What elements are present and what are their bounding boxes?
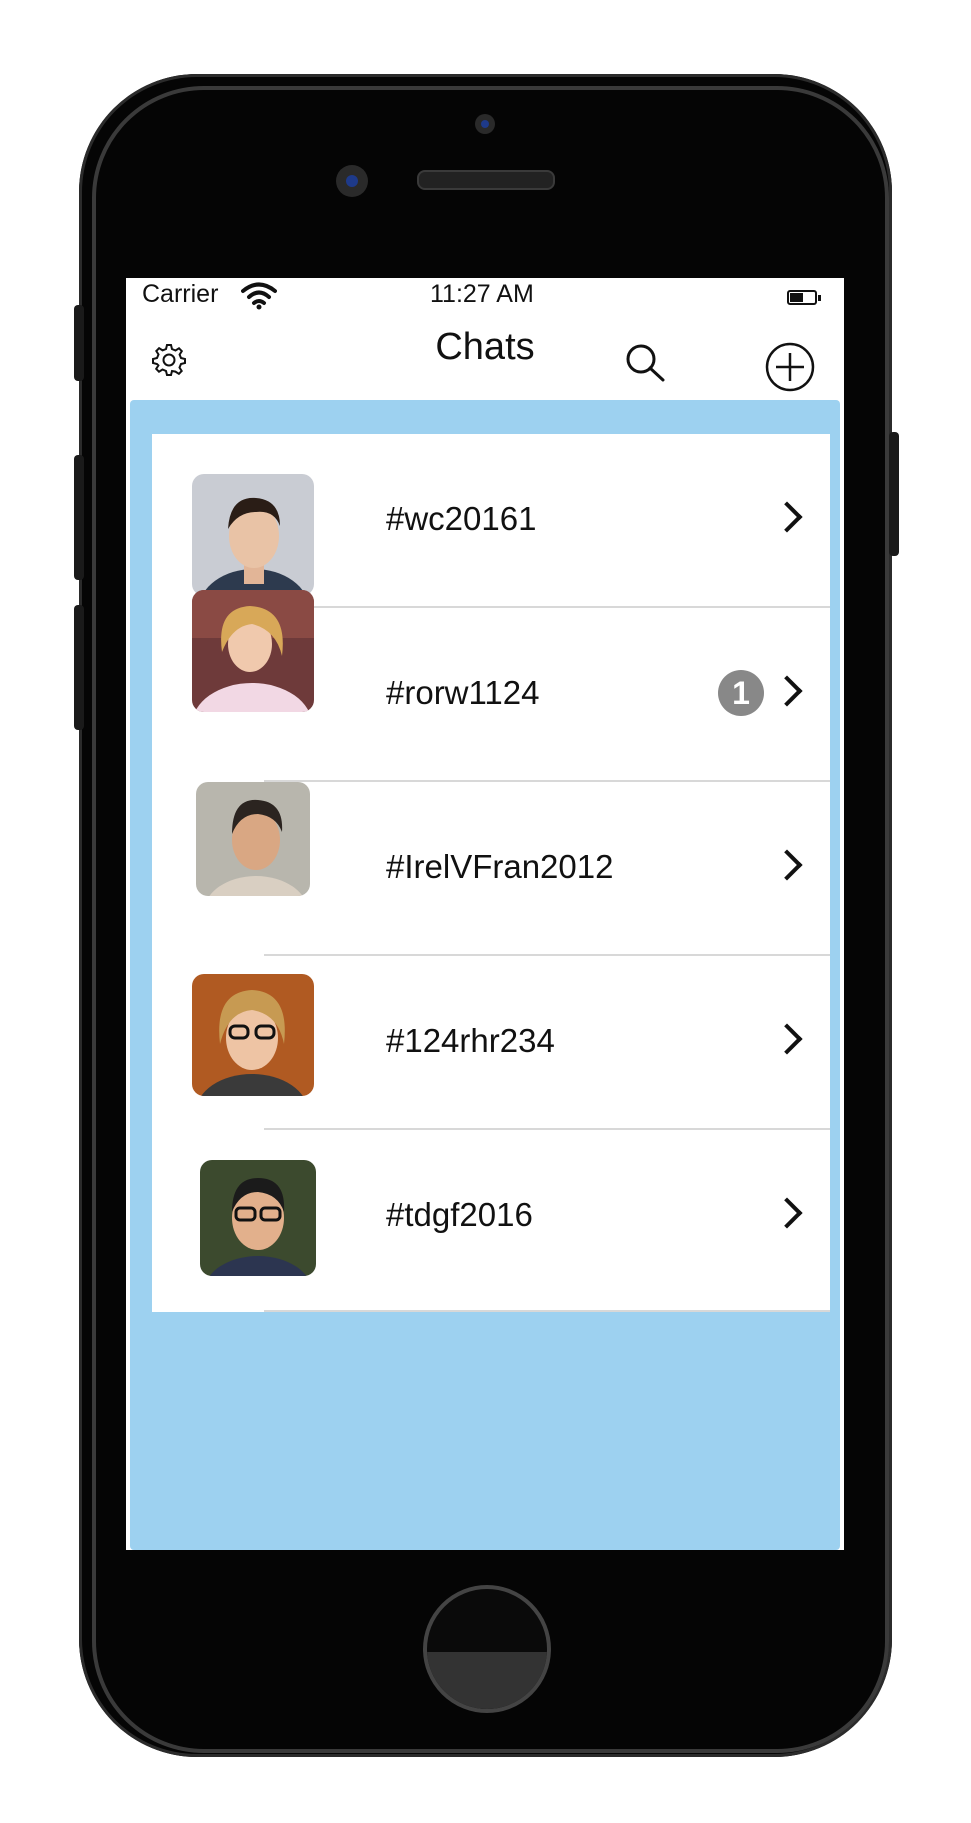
power-button: [889, 432, 899, 556]
chat-row[interactable]: #wc20161: [152, 434, 830, 608]
chat-row[interactable]: #IrelVFran2012: [152, 782, 830, 956]
unread-badge: 1: [718, 670, 764, 716]
chat-name: #rorw1124: [386, 674, 540, 711]
chat-list: #wc20161 #rorw1124 1 #IrelVFran2012 #124…: [152, 434, 830, 1312]
chat-name: #IrelVFran2012: [386, 848, 614, 885]
search-icon[interactable]: [624, 342, 666, 384]
proximity-sensor: [475, 114, 495, 134]
phone-screen: Carrier 11:27 AM Chats #wc20161 #rorw112…: [126, 278, 844, 1550]
chevron-right-icon[interactable]: [771, 849, 803, 881]
chevron-right-icon[interactable]: [771, 1197, 803, 1229]
home-button[interactable]: [423, 1585, 551, 1713]
battery-icon: [787, 290, 821, 305]
avatar: [192, 474, 314, 596]
avatar: [192, 974, 314, 1096]
volume-down-button: [74, 605, 84, 730]
volume-up-button: [74, 455, 84, 580]
wifi-icon: [241, 282, 277, 310]
earpiece-speaker: [417, 170, 555, 190]
carrier-label: Carrier: [142, 280, 219, 308]
chat-row[interactable]: #124rhr234: [152, 956, 830, 1130]
chat-row[interactable]: #rorw1124 1: [152, 590, 830, 782]
chat-list-area: #wc20161 #rorw1124 1 #IrelVFran2012 #124…: [130, 400, 840, 1550]
add-circle-icon[interactable]: [764, 341, 816, 393]
navigation-bar: Chats: [126, 316, 844, 396]
chat-name: #124rhr234: [386, 1022, 555, 1059]
avatar: [200, 1160, 316, 1276]
chevron-right-icon[interactable]: [771, 1023, 803, 1055]
chat-row[interactable]: #tdgf2016: [152, 1130, 830, 1312]
chat-name: #tdgf2016: [386, 1196, 533, 1233]
chat-name: #wc20161: [386, 500, 537, 537]
front-camera: [336, 165, 368, 197]
chevron-right-icon[interactable]: [771, 675, 803, 707]
status-bar: Carrier 11:27 AM: [126, 278, 844, 316]
mute-switch: [74, 305, 84, 381]
avatar: [192, 590, 314, 712]
status-time: 11:27 AM: [430, 280, 534, 308]
page-title: Chats: [435, 326, 535, 368]
chevron-right-icon[interactable]: [771, 501, 803, 533]
avatar: [196, 782, 310, 896]
